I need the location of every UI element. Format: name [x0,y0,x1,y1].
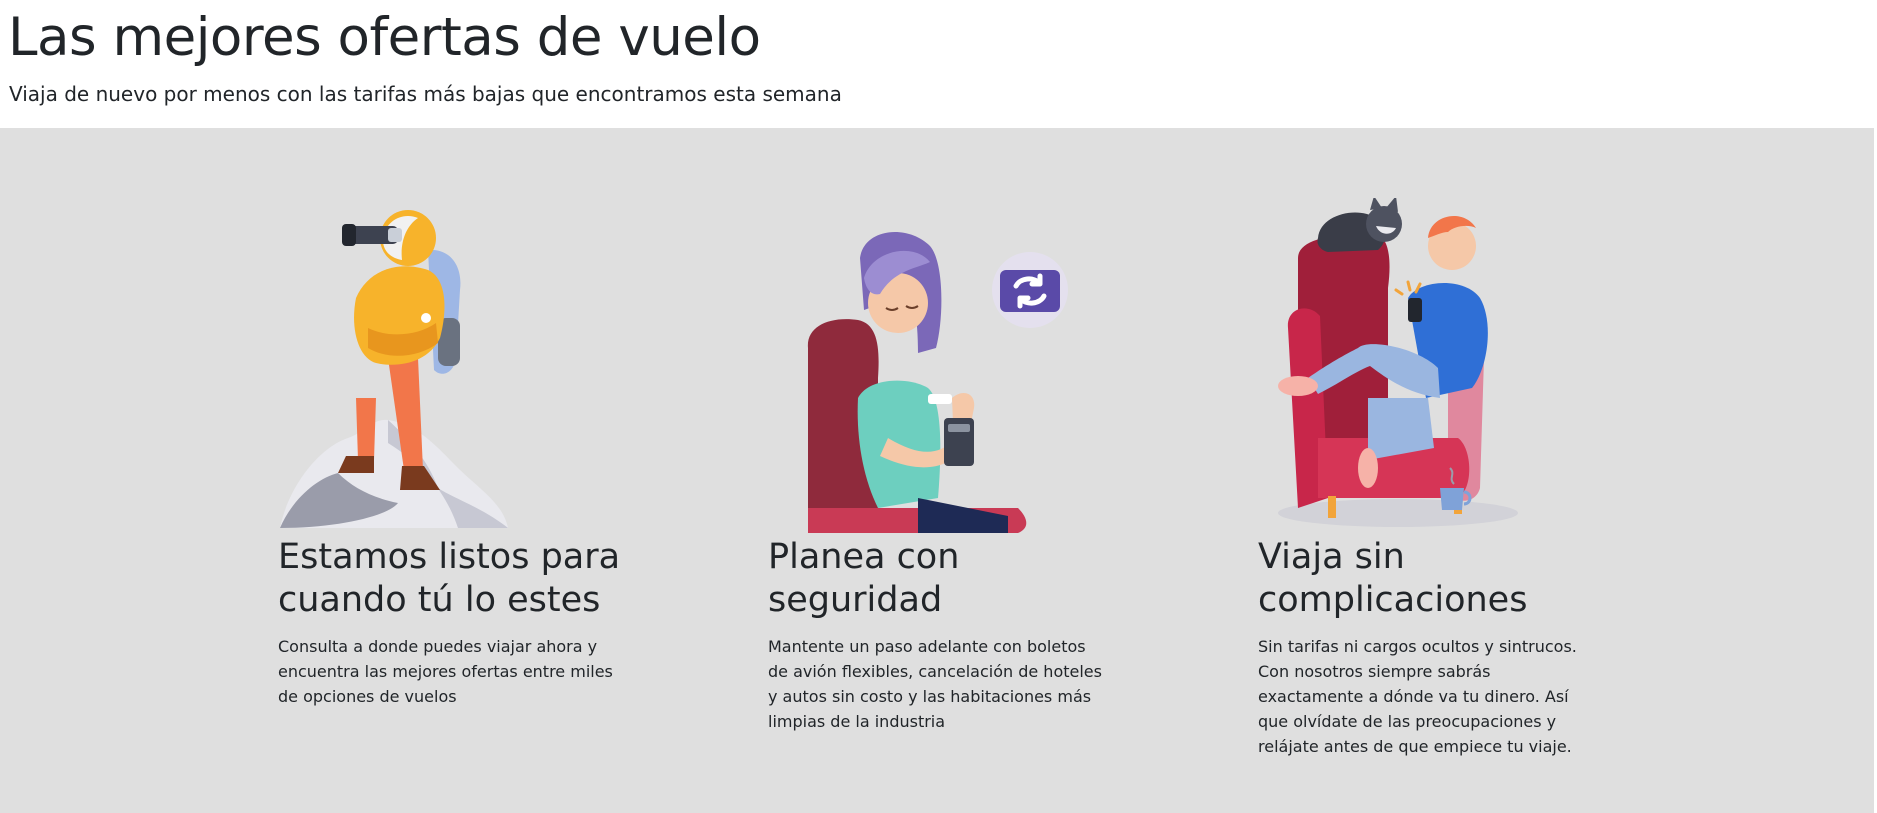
features-section: Estamos listos para cuando tú lo estes C… [0,128,1874,813]
feature-title: Estamos listos para cuando tú lo estes [278,537,621,620]
feature-card-ready: Estamos listos para cuando tú lo estes C… [278,128,623,813]
page-title: Las mejores ofertas de vuelo [8,7,761,68]
man-armchair-dog-illustration [1278,198,1518,527]
hiker-binoculars-illustration [280,210,508,528]
woman-phone-exchange-illustration [807,232,1068,533]
page-header: Las mejores ofertas de vuelo Viaja de nu… [8,0,1868,128]
feature-description: Sin tarifas ni cargos ocultos y sintruco… [1258,637,1577,756]
feature-card-travel: Viaja sin complicaciones Sin tarifas ni … [1258,128,1603,813]
feature-card-plan: Planea con seguridad Mantente un paso ad… [768,128,1113,813]
feature-title: Planea con seguridad [768,537,960,620]
feature-description: Mantente un paso adelante con boletos de… [768,637,1102,731]
feature-description: Consulta a donde puedes viajar ahora y e… [278,637,613,706]
page-subtitle: Viaja de nuevo por menos con las tarifas… [9,82,842,106]
feature-title: Viaja sin complicaciones [1258,537,1528,620]
